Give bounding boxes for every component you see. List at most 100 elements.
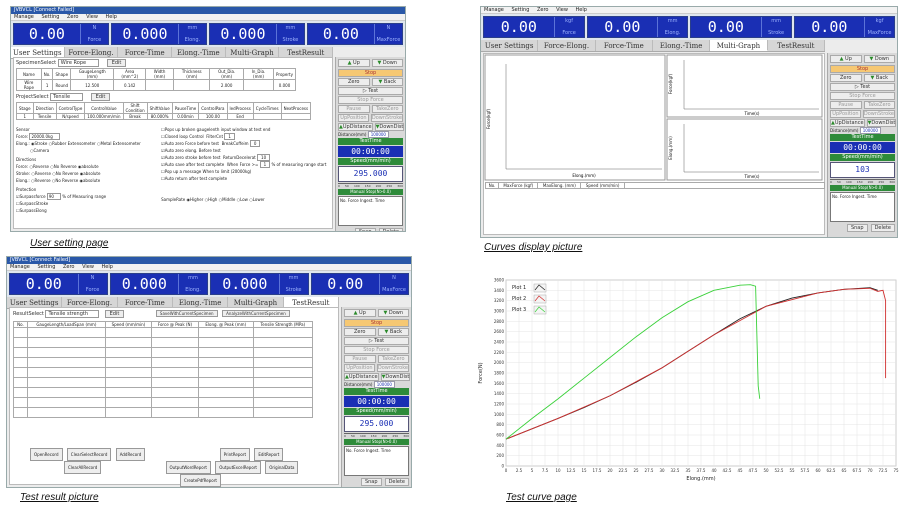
open-record-button[interactable]: OpenRecord <box>30 448 63 461</box>
take-zero-button[interactable]: TakeZero <box>371 105 403 113</box>
tab-force-time[interactable]: Force-Time <box>596 40 653 51</box>
take-zero-button[interactable]: TakeZero <box>377 355 409 363</box>
filter-input[interactable]: 1 <box>224 133 235 140</box>
speed-slider-scale[interactable]: 0 50 100 150 200 250 300 <box>338 183 403 188</box>
surpass-force-checkbox[interactable]: Surpassforce <box>20 194 46 199</box>
distance-input[interactable]: 100000 <box>367 131 389 138</box>
down-stroke-button[interactable]: DownStroke <box>370 114 403 122</box>
tab-force-elong[interactable]: Force-Elong. <box>538 40 596 51</box>
clear-select-record-button[interactable]: ClearSelectRecord <box>66 448 112 461</box>
down-stroke-button[interactable]: DownStroke <box>376 364 409 372</box>
pause-button[interactable]: Pause <box>830 101 862 109</box>
pause-button[interactable]: Pause <box>344 355 376 363</box>
back-button[interactable]: ▼ Back <box>863 74 895 82</box>
stop-force-button[interactable]: Stop Force <box>830 92 895 100</box>
menu-zero[interactable]: Zero <box>63 264 75 270</box>
table-row[interactable] <box>13 387 314 398</box>
menu-zero[interactable]: Zero <box>67 14 79 20</box>
specimen-select[interactable]: Wire Rope <box>57 59 100 67</box>
stop-button[interactable]: Stop <box>830 65 895 73</box>
down-button[interactable]: ▼ Down <box>377 309 409 317</box>
project-select[interactable]: Tensile <box>50 93 84 101</box>
no-reverse-radio[interactable]: No Reverse <box>56 171 79 176</box>
back-button[interactable]: ▼ Back <box>377 328 409 336</box>
option-row[interactable]: ☐Closed loop Control FilterCnt 1 <box>161 133 330 140</box>
rate-radio[interactable]: Lower <box>253 197 265 202</box>
menu-view[interactable]: View <box>556 7 568 13</box>
stop-force-button[interactable]: Stop Force <box>344 346 409 354</box>
output-excel-report-button[interactable]: OutputExcelReport <box>215 461 261 474</box>
test-button[interactable]: ▷ Test <box>338 87 403 95</box>
speed-input[interactable]: 295.000 <box>338 166 403 182</box>
up-position-button[interactable]: UpPosition <box>830 110 861 118</box>
up-distance-button[interactable]: ▲UpDistance <box>830 119 865 127</box>
absolute-radio[interactable]: absolute <box>81 164 98 169</box>
zero-button[interactable]: Zero <box>344 328 376 336</box>
delete-button[interactable]: Delete <box>384 478 409 486</box>
stroke-radio[interactable]: Stroke <box>35 141 48 146</box>
rate-radio[interactable]: Higher <box>190 197 203 202</box>
down-button[interactable]: ▼ Down <box>371 59 403 67</box>
no-reverse-radio[interactable]: No Reverse <box>55 178 78 183</box>
menu-help[interactable]: Help <box>576 7 587 13</box>
camera-radio[interactable]: Camera <box>34 148 50 153</box>
table-row[interactable] <box>13 347 314 358</box>
table-row[interactable] <box>13 337 314 348</box>
option-row[interactable]: ☐Auto return after test complete <box>161 175 330 182</box>
speed-input[interactable]: 295.000 <box>344 416 409 432</box>
test-button[interactable]: ▷ Test <box>344 337 409 345</box>
clear-all-record-button[interactable]: ClearAllRecord <box>64 461 102 474</box>
snap-button[interactable]: Snap <box>354 228 376 231</box>
table-row[interactable] <box>13 407 314 418</box>
up-button[interactable]: ▲ Up <box>344 309 376 317</box>
surpass-force-input[interactable]: 90 <box>46 193 61 200</box>
original-data-button[interactable]: OriginalData <box>265 461 299 474</box>
stop-button[interactable]: Stop <box>338 69 403 77</box>
snap-button[interactable]: Snap <box>360 478 382 486</box>
menu-setting[interactable]: Setting <box>41 14 59 20</box>
tab-elong-time[interactable]: Elong.-Time <box>653 40 711 51</box>
menu-manage[interactable]: Manage <box>14 14 34 20</box>
option-row[interactable]: ☑Auto save after test complete When Forc… <box>161 161 330 168</box>
stop-force-button[interactable]: Stop Force <box>338 96 403 104</box>
tab-multi-graph[interactable]: Multi-Graph <box>710 40 768 51</box>
menu-zero[interactable]: Zero <box>537 7 549 13</box>
table-row[interactable]: 1 Tensile N/speed 100.000mm/min Break 80.000%… <box>16 113 312 120</box>
table-row[interactable] <box>13 367 314 378</box>
down-dist-button[interactable]: ▼DownDist <box>380 373 411 381</box>
option-row[interactable]: ☐Pop up a message When to limit (20000kg… <box>161 168 330 175</box>
up-distance-button[interactable]: ▲UpDistance <box>338 123 373 131</box>
reverse-radio[interactable]: Reverse <box>35 178 51 183</box>
table-row[interactable] <box>13 357 314 368</box>
absolute-radio[interactable]: absolute <box>83 171 100 176</box>
up-button[interactable]: ▲ Up <box>338 59 370 67</box>
zero-button[interactable]: Zero <box>338 78 370 86</box>
project-edit-button[interactable]: Edit <box>90 93 111 101</box>
force-sensor-select[interactable]: 20000.0kg <box>29 133 60 140</box>
save-with-specimen-button[interactable]: SaveWithCurrentSpecimen <box>155 310 218 317</box>
test-button[interactable]: ▷ Test <box>830 83 895 91</box>
down-button[interactable]: ▼ Down <box>863 55 895 63</box>
distance-input[interactable]: 100000 <box>859 127 881 134</box>
edit-report-button[interactable]: EditReport <box>254 448 284 461</box>
print-report-button[interactable]: PrintReport <box>219 448 251 461</box>
option-row[interactable]: ☑Auto zero stroke before test ReturnDece… <box>161 154 330 161</box>
analyze-with-specimen-button[interactable]: AnalyzeWithCurrentSpecimen <box>222 310 290 317</box>
return-input[interactable]: 10 <box>257 154 271 161</box>
pause-button[interactable]: Pause <box>338 105 370 113</box>
table-row[interactable] <box>13 377 314 388</box>
rubber-radio[interactable]: Rubber Extensometer <box>52 141 96 146</box>
result-edit-button[interactable]: Edit <box>104 310 125 318</box>
speed-slider-scale[interactable]: 0 50 100 150 200 250 300 <box>344 433 409 438</box>
delete-button[interactable]: Delete <box>378 228 403 231</box>
speed-slider-scale[interactable]: 0 50 100 150 200 250 300 <box>830 179 895 184</box>
menu-setting[interactable]: Setting <box>37 264 55 270</box>
option-row[interactable]: ☑Auto zero Force before test BreakCoffei… <box>161 140 330 147</box>
up-distance-button[interactable]: ▲UpDistance <box>344 373 379 381</box>
down-stroke-button[interactable]: DownStroke <box>862 110 895 118</box>
create-pdf-report-button[interactable]: CreatePdfReport <box>180 474 221 487</box>
metal-radio[interactable]: Metal Extensometer <box>100 141 140 146</box>
surpass-elong-checkbox[interactable]: SurpassElong <box>20 208 47 213</box>
rate-radio[interactable]: High <box>208 197 217 202</box>
add-record-button[interactable]: AddRecord <box>115 448 146 461</box>
